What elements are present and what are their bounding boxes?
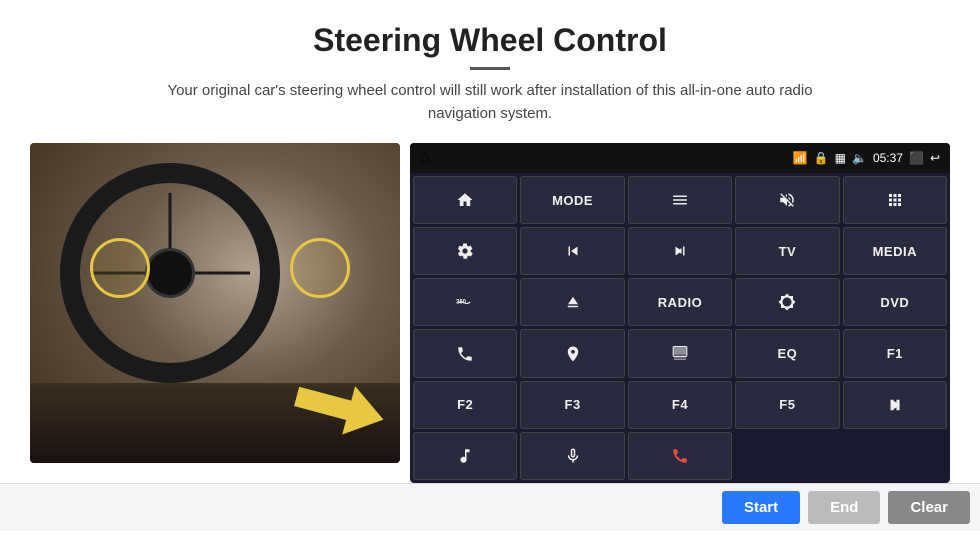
btn-f1[interactable]: F1	[843, 329, 947, 377]
circle-left	[90, 238, 150, 298]
btn-mode[interactable]: MODE	[520, 176, 624, 224]
cast-icon: ⬛	[909, 151, 924, 165]
sim-icon: ▦	[835, 151, 846, 165]
radio-grid: MODE TV MEDIA 360	[410, 173, 950, 483]
btn-navigation[interactable]	[520, 329, 624, 377]
btn-hangup[interactable]	[628, 432, 732, 480]
btn-eq[interactable]: EQ	[735, 329, 839, 377]
lock-icon: 🔒	[814, 151, 829, 165]
bt-icon: 🔈	[852, 151, 867, 165]
btn-settings[interactable]	[413, 227, 517, 275]
btn-home[interactable]	[413, 176, 517, 224]
btn-empty1	[735, 432, 839, 480]
btn-playpause[interactable]	[843, 381, 947, 429]
btn-next[interactable]	[628, 227, 732, 275]
btn-f4[interactable]: F4	[628, 381, 732, 429]
btn-360cam[interactable]: 360	[413, 278, 517, 326]
btn-f3[interactable]: F3	[520, 381, 624, 429]
title-divider	[470, 67, 510, 70]
radio-status-bar: ⌂ 📶 🔒 ▦ 🔈 05:37 ⬛ ↩	[410, 143, 950, 173]
page-title: Steering Wheel Control	[0, 0, 980, 59]
btn-screen[interactable]	[628, 329, 732, 377]
btn-radio[interactable]: RADIO	[628, 278, 732, 326]
btn-menu[interactable]	[628, 176, 732, 224]
btn-media[interactable]: MEDIA	[843, 227, 947, 275]
page-subtitle: Your original car's steering wheel contr…	[140, 80, 840, 125]
btn-prev[interactable]	[520, 227, 624, 275]
btn-f2[interactable]: F2	[413, 381, 517, 429]
btn-tv[interactable]: TV	[735, 227, 839, 275]
home-icon-status: ⌂	[420, 149, 430, 167]
btn-mute[interactable]	[735, 176, 839, 224]
btn-apps[interactable]	[843, 176, 947, 224]
start-button[interactable]: Start	[722, 491, 800, 524]
car-image	[30, 143, 400, 463]
btn-f5[interactable]: F5	[735, 381, 839, 429]
btn-dvd[interactable]: DVD	[843, 278, 947, 326]
back-icon: ↩	[930, 151, 940, 165]
time-display: 05:37	[873, 151, 903, 165]
clear-button[interactable]: Clear	[888, 491, 970, 524]
btn-eject[interactable]	[520, 278, 624, 326]
btn-empty2	[843, 432, 947, 480]
circle-right	[290, 238, 350, 298]
wifi-icon: 📶	[793, 151, 808, 165]
arrow	[295, 383, 385, 433]
content-area: ⌂ 📶 🔒 ▦ 🔈 05:37 ⬛ ↩ MODE	[0, 143, 980, 483]
bottom-bar: Start End Clear	[0, 483, 980, 531]
btn-phone[interactable]	[413, 329, 517, 377]
radio-panel: ⌂ 📶 🔒 ▦ 🔈 05:37 ⬛ ↩ MODE	[410, 143, 950, 483]
end-button[interactable]: End	[808, 491, 880, 524]
btn-brightness[interactable]	[735, 278, 839, 326]
btn-music[interactable]	[413, 432, 517, 480]
btn-mic[interactable]	[520, 432, 624, 480]
